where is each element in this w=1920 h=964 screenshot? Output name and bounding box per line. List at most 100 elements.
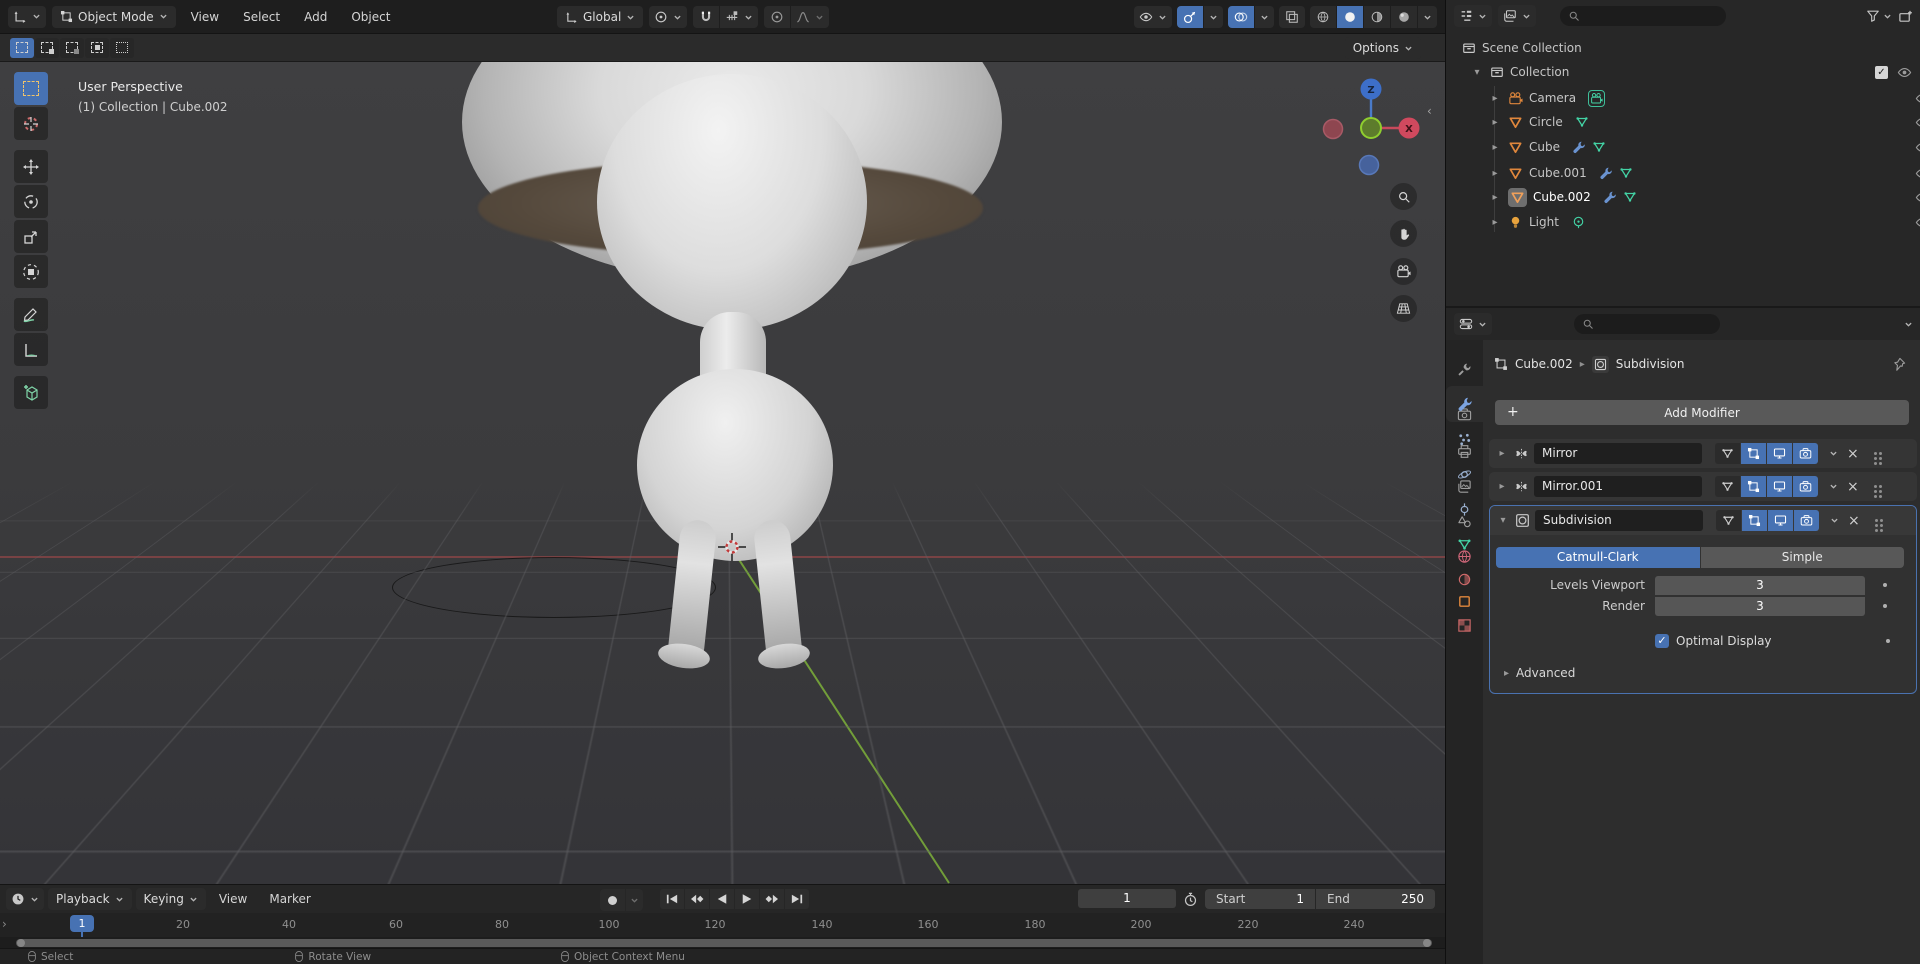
camera-view-button[interactable] — [1390, 258, 1417, 285]
animate-dot[interactable] — [1883, 604, 1887, 608]
menu-add[interactable]: Add — [295, 7, 336, 27]
keying-menu[interactable]: Keying — [135, 888, 206, 910]
levels-viewport-field[interactable]: 3 — [1655, 575, 1865, 595]
select-mode-set[interactable] — [10, 37, 34, 58]
tab-tool[interactable] — [1446, 326, 1483, 356]
outliner-display-mode-dropdown[interactable] — [1498, 5, 1536, 27]
animate-dot[interactable] — [1883, 583, 1887, 587]
modifier-name-field[interactable]: Mirror.001 — [1534, 476, 1702, 497]
modifier-extras-dropdown[interactable] — [1829, 450, 1838, 457]
pan-button[interactable] — [1390, 220, 1417, 247]
ruler-left-arrow[interactable]: › — [2, 917, 7, 931]
options-button[interactable]: Options — [1344, 37, 1421, 59]
play-button[interactable] — [735, 889, 759, 909]
use-preview-range-icon[interactable] — [1183, 892, 1198, 907]
realtime-toggle[interactable] — [1767, 476, 1792, 497]
modifier-name-field[interactable]: Mirror — [1534, 443, 1702, 464]
outliner-search-input[interactable] — [1560, 6, 1726, 26]
advanced-section-toggle[interactable]: ▸ Advanced — [1504, 666, 1575, 680]
gizmo-dropdown[interactable] — [1204, 6, 1223, 28]
auto-keying-toggle[interactable] — [600, 889, 625, 911]
collection-checkbox[interactable]: ✓ — [1875, 65, 1888, 79]
tool-measure[interactable] — [14, 333, 48, 366]
outliner-row-circle[interactable]: ▸ Circle — [1446, 110, 1920, 134]
tool-transform[interactable] — [14, 255, 48, 288]
timeline-marker-menu[interactable]: Marker — [260, 889, 319, 909]
on-cage-toggle[interactable] — [1715, 476, 1740, 497]
outliner-row-light[interactable]: ▸ Light — [1446, 210, 1920, 234]
simple-button[interactable]: Simple — [1700, 547, 1904, 568]
on-cage-toggle[interactable] — [1716, 510, 1741, 531]
outliner-row-cube-002[interactable]: ▸ Cube.002 — [1446, 185, 1920, 209]
on-cage-toggle[interactable] — [1715, 443, 1740, 464]
expand-icon[interactable]: ▸ — [1488, 192, 1502, 203]
shading-wireframe-button[interactable] — [1310, 6, 1336, 28]
tool-annotate[interactable] — [14, 298, 48, 331]
snap-toggle[interactable] — [693, 6, 720, 28]
tab-constraints[interactable] — [1446, 494, 1483, 524]
collapse-icon[interactable]: ▾ — [1496, 515, 1510, 526]
tab-tool[interactable] — [1446, 354, 1483, 384]
playback-menu[interactable]: Playback — [48, 888, 132, 910]
outliner-editor-type-button[interactable] — [1454, 5, 1492, 27]
hide-viewport-icon[interactable] — [1915, 140, 1920, 155]
expand-icon[interactable]: ▸ — [1488, 217, 1502, 228]
select-mode-invert[interactable] — [85, 37, 109, 58]
catmull-clark-button[interactable]: Catmull-Clark — [1496, 547, 1700, 568]
expand-icon[interactable]: ▸ — [1495, 448, 1509, 459]
play-reverse-button[interactable] — [710, 889, 734, 909]
sidebar-collapse-arrow[interactable]: ‹ — [1427, 104, 1432, 118]
timeline-scrollbar[interactable] — [16, 939, 1432, 947]
expand-icon[interactable]: ▸ — [1488, 142, 1502, 153]
frame-start-field[interactable]: Start 1 — [1205, 889, 1315, 909]
collapse-icon[interactable]: ▾ — [1470, 67, 1484, 78]
optimal-display-checkbox[interactable]: ✓ — [1655, 634, 1669, 648]
tab-particles[interactable] — [1446, 424, 1483, 454]
tool-rotate[interactable] — [14, 185, 48, 218]
edit-mode-toggle[interactable] — [1741, 443, 1766, 464]
object-type-visibility-dropdown[interactable] — [1134, 6, 1172, 28]
expand-icon[interactable]: ▸ — [1488, 93, 1502, 104]
frame-end-field[interactable]: End 250 — [1316, 889, 1435, 909]
hide-viewport-icon[interactable] — [1915, 190, 1920, 205]
add-modifier-button[interactable]: + Add Modifier — [1495, 400, 1909, 425]
timeline-editor-type-button[interactable] — [6, 888, 44, 910]
breadcrumb-modifier[interactable]: Subdivision — [1616, 357, 1685, 371]
current-frame-field[interactable]: 1 — [1078, 889, 1176, 908]
shading-dropdown[interactable] — [1418, 6, 1437, 28]
expand-icon[interactable]: ▸ — [1488, 168, 1502, 179]
jump-to-end-button[interactable] — [785, 889, 809, 909]
modifier-close-icon[interactable]: × — [1847, 479, 1859, 495]
modifier-extras-dropdown[interactable] — [1829, 483, 1838, 490]
snap-settings-dropdown[interactable] — [720, 6, 759, 28]
drag-handle[interactable] — [1873, 485, 1877, 488]
playhead-badge[interactable]: 1 — [70, 915, 94, 932]
realtime-toggle[interactable] — [1767, 443, 1792, 464]
outliner-row-collection[interactable]: ▾ Collection ✓ — [1446, 60, 1920, 84]
select-mode-subtract[interactable] — [60, 37, 84, 58]
hide-viewport-icon[interactable] — [1915, 91, 1920, 106]
editor-type-button[interactable] — [8, 5, 46, 28]
render-levels-field[interactable]: 3 — [1655, 596, 1865, 616]
outliner-row-camera[interactable]: ▸ Camera — [1446, 86, 1920, 110]
show-overlays-toggle[interactable] — [1228, 6, 1254, 28]
edit-mode-toggle[interactable] — [1742, 510, 1767, 531]
modifier-extras-dropdown[interactable] — [1830, 517, 1839, 524]
render-toggle[interactable] — [1793, 476, 1818, 497]
pin-icon[interactable] — [1891, 357, 1906, 372]
tool-cursor[interactable] — [14, 107, 48, 140]
auto-keying-dropdown[interactable] — [626, 889, 643, 911]
modifier-close-icon[interactable]: × — [1847, 446, 1859, 462]
expand-icon[interactable]: ▸ — [1495, 481, 1509, 492]
hide-viewport-icon[interactable] — [1897, 65, 1912, 80]
breadcrumb-object[interactable]: Cube.002 — [1515, 357, 1573, 371]
zoom-button[interactable] — [1390, 183, 1417, 210]
tool-add-cube[interactable] — [14, 376, 48, 409]
render-toggle[interactable] — [1793, 443, 1818, 464]
animate-dot[interactable] — [1886, 639, 1890, 643]
realtime-toggle[interactable] — [1768, 510, 1793, 531]
transform-orientation-dropdown[interactable]: Global — [557, 6, 644, 28]
render-toggle[interactable] — [1794, 510, 1819, 531]
cursor-3d[interactable] — [714, 529, 750, 565]
menu-object[interactable]: Object — [342, 7, 399, 27]
